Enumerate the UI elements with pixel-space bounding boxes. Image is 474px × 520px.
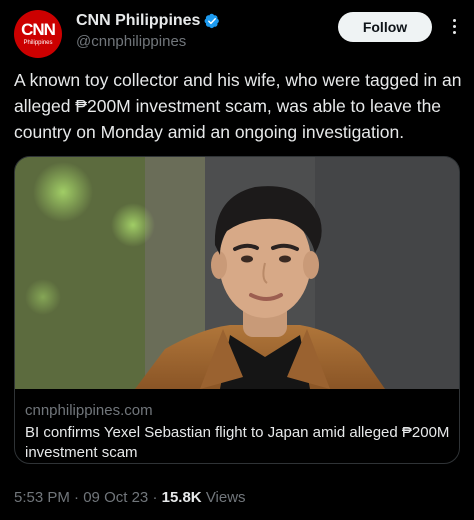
name-row: CNN Philippines: [76, 12, 220, 30]
avatar-logo-text: CNN: [21, 19, 56, 39]
avatar-logo-subtext: Philippines: [23, 39, 53, 46]
card-meta: cnnphilippines.com BI confirms Yexel Seb…: [25, 401, 455, 463]
tweet: CNN Philippines CNN Philippines @cnnphil…: [0, 0, 474, 520]
meta-separator-2: ·: [152, 489, 158, 506]
card-image[interactable]: [15, 157, 459, 389]
meta-separator: ·: [74, 489, 80, 506]
author-info: CNN Philippines @cnnphilippines: [76, 12, 220, 50]
avatar[interactable]: CNN Philippines: [14, 10, 62, 58]
card-photo: [15, 157, 459, 389]
verified-badge-icon: [204, 13, 220, 29]
tweet-date[interactable]: 09 Oct 23: [83, 489, 148, 506]
tweet-text: A known toy collector and his wife, who …: [14, 70, 462, 142]
handle[interactable]: @cnnphilippines: [76, 33, 220, 50]
card-title[interactable]: BI confirms Yexel Sebastian flight to Ja…: [25, 423, 455, 463]
tweet-meta: 5:53 PM · 09 Oct 23 · 15.8K Views: [14, 489, 246, 506]
more-options-icon[interactable]: [444, 14, 464, 38]
tweet-time[interactable]: 5:53 PM: [14, 489, 70, 506]
display-name[interactable]: CNN Philippines: [76, 12, 200, 30]
link-card[interactable]: cnnphilippines.com BI confirms Yexel Seb…: [14, 156, 460, 464]
views-label: Views: [205, 489, 246, 506]
follow-button[interactable]: Follow: [338, 12, 432, 42]
views-count: 15.8K: [161, 489, 202, 506]
card-domain: cnnphilippines.com: [25, 402, 153, 419]
